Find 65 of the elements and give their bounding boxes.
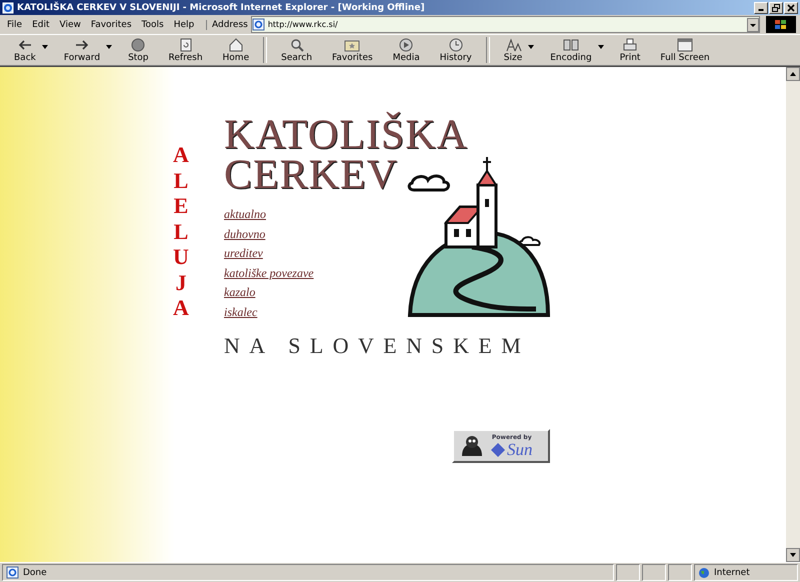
toolbar-button[interactable]: Encoding (542, 37, 608, 63)
columns-icon (562, 37, 580, 53)
toolbar-button[interactable]: History (432, 37, 480, 63)
close-button[interactable] (784, 2, 798, 14)
scroll-down-icon[interactable] (786, 548, 800, 562)
toolbar-button[interactable]: Favorites (324, 37, 381, 63)
toolbar-button[interactable]: Home (214, 37, 258, 63)
address-field[interactable]: http://www.rkc.si/ (250, 16, 760, 33)
side-word: ALELUJA (172, 142, 190, 321)
toolbar-button[interactable]: Print (612, 37, 648, 63)
minimize-button[interactable] (754, 2, 768, 14)
status-panel (616, 564, 640, 581)
security-zone: Internet (714, 568, 750, 578)
clock-icon (446, 37, 465, 53)
close-icon (787, 4, 795, 12)
diamond-logo-icon (491, 442, 505, 456)
badge-brand: Sun (507, 441, 532, 458)
nav-link[interactable]: kazalo (224, 285, 256, 300)
caret-icon[interactable] (598, 45, 604, 49)
caret-icon[interactable] (528, 45, 534, 49)
nav-link[interactable]: ureditev (224, 246, 263, 262)
page-icon (252, 18, 265, 31)
status-panel (642, 564, 666, 581)
menu-item[interactable]: Favorites (86, 20, 137, 30)
menu-item[interactable]: File (2, 20, 28, 30)
toolbar-button[interactable]: Media (384, 37, 428, 63)
toolbar-button[interactable]: Search (273, 37, 320, 63)
caret-icon[interactable] (42, 45, 48, 49)
home-icon (226, 37, 245, 53)
minimize-icon (758, 9, 764, 11)
browser-icon (2, 2, 14, 14)
toolbar-button[interactable]: Refresh (160, 37, 211, 63)
page-icon (6, 566, 19, 579)
toolbar-button[interactable]: Forward (56, 37, 116, 63)
stop-icon (129, 37, 148, 53)
site-title: CERKEV (224, 155, 399, 195)
caret-icon[interactable] (106, 45, 112, 49)
full-screen-icon (676, 37, 694, 53)
vertical-scrollbar[interactable] (786, 67, 800, 562)
site-subtitle: NA SLOVENSKEM (224, 333, 532, 359)
nav-link[interactable]: katoliške povezave (224, 266, 314, 281)
address-label: Address (211, 20, 249, 30)
menu-item[interactable]: View (54, 20, 86, 30)
menu-item[interactable]: Tools (136, 20, 169, 30)
nav-link[interactable]: duhovno (224, 226, 266, 242)
scroll-up-icon[interactable] (786, 67, 800, 81)
status-text: Done (23, 568, 47, 578)
nav-link[interactable]: iskalec (224, 304, 258, 320)
menu-item[interactable]: Help (168, 20, 200, 30)
letters-icon (504, 37, 522, 53)
globe-icon (698, 566, 710, 578)
menu-item[interactable]: Edit (27, 20, 54, 30)
status-panel (668, 564, 692, 581)
restore-icon (772, 4, 780, 12)
toolbar-button[interactable]: Stop (120, 37, 157, 63)
throbber-logo-icon (766, 16, 796, 33)
printer-icon (621, 37, 640, 53)
media-play-icon (397, 37, 416, 53)
nav-link[interactable]: aktualno (224, 207, 266, 222)
restore-button[interactable] (769, 2, 783, 14)
mascot-icon (459, 434, 485, 458)
toolbar-button[interactable]: Back (6, 37, 52, 63)
toolbar-button[interactable]: Full Screen (652, 37, 718, 63)
window-title: KATOLIŠKA CERKEV V SLOVENIJI - Microsoft Internet Explorer - [Working Offline] (17, 2, 426, 12)
toolbar-button[interactable]: Size (496, 37, 538, 63)
